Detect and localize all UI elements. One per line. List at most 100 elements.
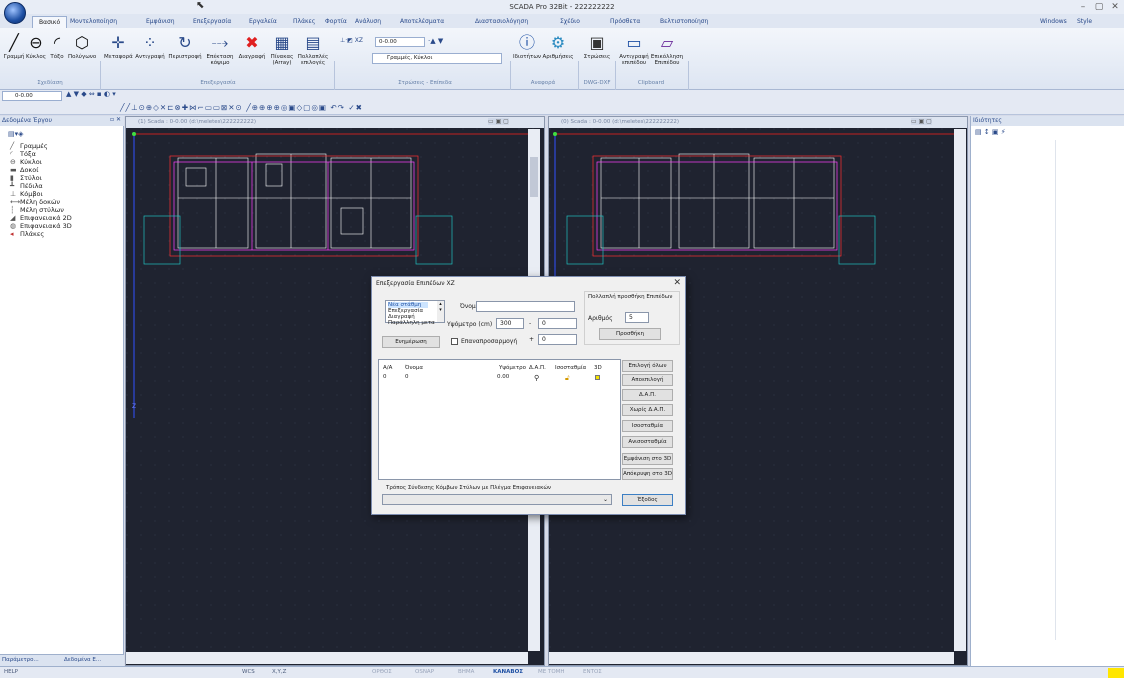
tab-analysis[interactable]: Ανάλυση: [355, 16, 381, 28]
tree-item-beams[interactable]: ▬ Δοκοί: [10, 166, 38, 174]
tree-item-column-members[interactable]: ┆ Μέλη στύλων: [10, 206, 64, 214]
minus-input[interactable]: 0: [538, 318, 577, 329]
xz-plane-icon[interactable]: ⊥·◩ XZ: [340, 37, 374, 47]
circle-button[interactable]: ⊖ Κύκλος: [25, 34, 47, 61]
levels-table[interactable]: Α/Α Όνομα Υψόμετρο Δ.Α.Π. Ισοσταθμία 3D …: [378, 359, 621, 480]
dap-pin-icon[interactable]: ⚲: [534, 374, 539, 382]
no-dap-button[interactable]: Χωρίς Δ.Α.Π.: [622, 404, 673, 416]
tab-loads[interactable]: Φορτία: [325, 16, 347, 28]
lock-icon[interactable]: 🔓︎: [565, 374, 570, 383]
viewport-2-vscroll[interactable]: [954, 129, 966, 651]
unleveling-button[interactable]: Ανισοσταθμία: [622, 436, 673, 448]
tree-item-columns[interactable]: ▮ Στύλοι: [10, 174, 42, 182]
viewport-1-hscroll[interactable]: [126, 652, 528, 664]
copy-button[interactable]: ⁘ Αντιγραφή: [133, 34, 167, 61]
height-input[interactable]: 300: [496, 318, 524, 329]
dialog-close-button[interactable]: ✕: [673, 278, 681, 288]
maximize-button[interactable]: ▢: [1092, 2, 1106, 12]
action-parallel-move[interactable]: Παράλληλη μετα: [388, 320, 435, 326]
style-menu[interactable]: Style: [1077, 16, 1092, 28]
quick-level-select[interactable]: 0-0.00: [2, 91, 62, 101]
readjust-checkbox[interactable]: [451, 338, 458, 345]
viewport-2-hscroll[interactable]: [549, 652, 954, 664]
minimize-button[interactable]: –: [1076, 2, 1090, 12]
status-inside[interactable]: ΕΝΤΟΣ: [583, 669, 602, 675]
3d-toggle-icon[interactable]: [595, 375, 600, 380]
delete-button[interactable]: ✖ Διαγραφή: [236, 34, 268, 61]
update-button[interactable]: Ενημέρωση: [382, 336, 440, 348]
count-input[interactable]: 5: [625, 312, 649, 323]
row-name[interactable]: 0: [405, 374, 409, 380]
dap-button[interactable]: Δ.Α.Π.: [622, 389, 673, 401]
properties-button[interactable]: ⓘ Ιδιοτήτων: [512, 34, 542, 61]
tab-basic[interactable]: Βασικό: [32, 16, 68, 28]
tab-project-data[interactable]: Δεδομένα Ε...: [64, 657, 101, 663]
tree-item-lines[interactable]: ╱ Γραμμές: [10, 142, 48, 150]
numbering-button[interactable]: ⚙ Αριθμήσεις: [542, 34, 574, 61]
array-button[interactable]: ▦ Πίνακας (Array): [268, 34, 296, 67]
multi-select-button[interactable]: ▤ Πολλαπλές επιλογές: [296, 34, 330, 67]
tree-item-beam-members[interactable]: ⟷Μέλη δοκών: [10, 198, 60, 206]
name-input[interactable]: [476, 301, 575, 312]
status-intersect[interactable]: ΜΕ ΤΟΜΗ: [538, 669, 565, 675]
app-menu-orb[interactable]: [4, 2, 26, 24]
tree-item-shell-2d[interactable]: ◢ Επιφανειακά 2D: [10, 214, 72, 222]
status-step[interactable]: ΒΗΜΑ: [458, 669, 474, 675]
windows-menu[interactable]: Windows: [1040, 16, 1067, 28]
leveling-button[interactable]: Ισοσταθμία: [622, 420, 673, 432]
row-aa[interactable]: 0: [383, 374, 387, 380]
exit-button[interactable]: Έξοδος: [622, 494, 673, 506]
tree-item-slabs[interactable]: ◂ Πλάκες: [10, 230, 44, 238]
list-scroll-arrows[interactable]: ▴ ▾: [437, 301, 444, 322]
close-button[interactable]: ✕: [1108, 2, 1122, 12]
paste-level-button[interactable]: ▱ Επικόλληση Επιπέδου: [650, 34, 684, 67]
tab-drawing[interactable]: Σχέδιο: [560, 16, 580, 28]
extend-button[interactable]: ⤏ Επέκταση κόψιμο: [204, 34, 236, 67]
tab-parameters[interactable]: Παράμετρο...: [2, 657, 39, 663]
viewport-2-controls[interactable]: ▭ ▣ ▢: [911, 118, 932, 125]
tab-modeling[interactable]: Μοντελοποίηση: [70, 16, 117, 28]
dwg-layers-button[interactable]: ▣ Στρώσεις: [582, 34, 612, 61]
plus-input[interactable]: 0: [538, 334, 577, 345]
arc-button[interactable]: ◜ Τόξο: [46, 34, 68, 61]
tree-item-shell-3d[interactable]: ◍ Επιφανειακά 3D: [10, 222, 72, 230]
level-arrows-icon[interactable]: ·▲ ▼: [428, 37, 458, 47]
snap-tools-icons[interactable]: ╱╱⊥⊙⊕◇✕⊏⊗✚⋈⌐▭▭⊠✕⊙ ╱⊕⊕⊕⊕◎▣◇▢◎▣ ↶↷ ✓✖: [120, 103, 363, 112]
row-height[interactable]: 0.00: [497, 374, 509, 380]
tab-tools[interactable]: Εργαλεία: [249, 16, 277, 28]
tree-item-footings[interactable]: ┻ Πέδιλα: [10, 182, 43, 190]
tab-view[interactable]: Εμφάνιση: [146, 16, 175, 28]
quick-tools-icons[interactable]: ▲ ▼ ◆ ⇔ ▪ ◐ ▾: [66, 90, 116, 98]
properties-toolbar-icons[interactable]: ▤ ↕ ▣ ⚡: [975, 128, 1006, 136]
status-grid[interactable]: ΚΑΝΑΒΟΣ: [493, 669, 523, 675]
rotate-button[interactable]: ↻ Περιστροφή: [167, 34, 203, 61]
tab-design[interactable]: Διαστασιολόγηση: [475, 16, 528, 28]
copy-level-button[interactable]: ▭ Αντιγραφή επιπέδου: [618, 34, 650, 67]
tab-results[interactable]: Αποτελέσματα: [400, 16, 444, 28]
line-button[interactable]: ╱ Γραμμή: [2, 34, 26, 61]
status-wcs[interactable]: WCS: [242, 669, 255, 675]
action-list[interactable]: Νέα στάθμη Επεξεργασία Διαγραφή Παράλληλ…: [385, 300, 445, 326]
layer-combo[interactable]: Γραμμές, Κύκλοι: [372, 53, 502, 64]
tab-optimization[interactable]: Βελτιστοποίηση: [660, 16, 708, 28]
tab-slabs[interactable]: Πλάκες: [293, 16, 315, 28]
deselect-button[interactable]: Αποεπιλογή: [622, 374, 673, 386]
status-osnap[interactable]: OSNAP: [415, 669, 434, 675]
add-button[interactable]: Προσθήκη: [599, 328, 661, 340]
polygon-button[interactable]: ⬡ Πολύγωνο: [68, 34, 96, 61]
select-all-button[interactable]: Επιλογή όλων: [622, 360, 673, 372]
tab-edit[interactable]: Επεξεργασία: [193, 16, 231, 28]
show-3d-button[interactable]: Εμφάνιση στο 3D: [622, 453, 673, 465]
tree-item-nodes[interactable]: ⊥ Κόμβοι: [10, 190, 43, 198]
tree-item-circles[interactable]: ⊖ Κύκλοι: [10, 158, 42, 166]
tree-toolbar-icon[interactable]: ▤▾◈: [8, 130, 24, 138]
tree-item-arcs[interactable]: ◜ Τόξα: [10, 150, 36, 158]
panel-close-icon[interactable]: ▫ ✕: [110, 116, 121, 123]
level-select[interactable]: 0-0.00: [375, 37, 425, 47]
viewport-1-controls[interactable]: ▭ ▣ ▢: [488, 118, 509, 125]
tab-addons[interactable]: Πρόσθετα: [610, 16, 640, 28]
move-button[interactable]: ✛ Μεταφορά: [104, 34, 133, 61]
viewport-1-vscroll-thumb[interactable]: [530, 157, 538, 197]
status-ortho[interactable]: ΟΡΘΟΣ: [372, 669, 392, 675]
connection-mode-select[interactable]: ⌄: [382, 494, 612, 505]
